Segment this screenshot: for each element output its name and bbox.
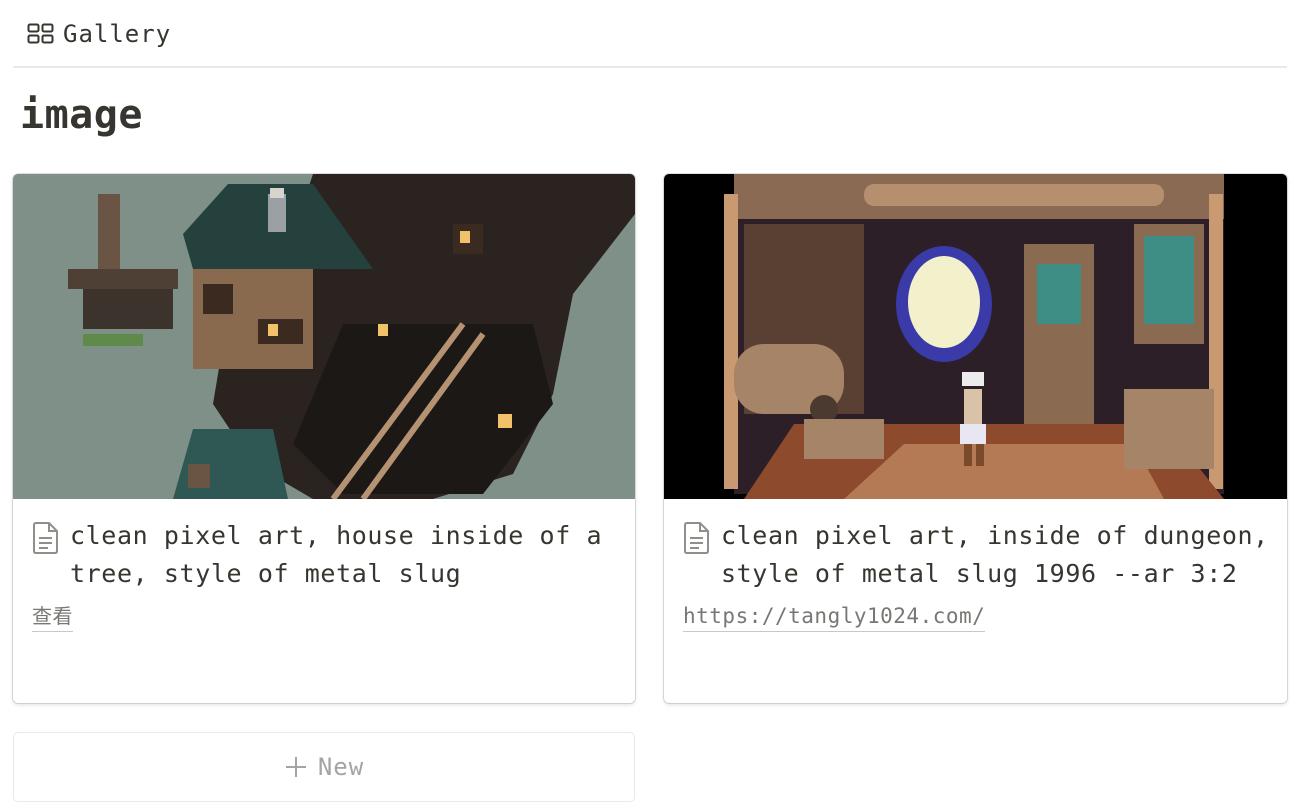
gallery-card[interactable]: clean pixel art, inside of dungeon, styl… [664,174,1287,703]
card-cover-image [13,174,635,499]
view-tab-gallery[interactable]: Gallery [27,20,171,48]
card-property-link[interactable]: 查看 [32,601,73,632]
new-card-label: New [317,753,365,781]
new-card-button[interactable]: New [13,732,635,802]
card-body: clean pixel art, inside of dungeon, styl… [683,519,1271,632]
card-title: clean pixel art, house inside of a tree,… [70,521,603,588]
card-title-row: clean pixel art, house inside of a tree,… [32,519,619,593]
view-bar: Gallery [13,0,1287,68]
card-title: clean pixel art, inside of dungeon, styl… [721,521,1269,588]
card-cover-image [664,174,1287,499]
card-title-row: clean pixel art, inside of dungeon, styl… [683,519,1271,593]
card-property-url[interactable]: https://tangly1024.com/ [683,601,986,632]
card-body: clean pixel art, house inside of a tree,… [32,519,619,632]
gallery-card[interactable]: clean pixel art, house inside of a tree,… [13,174,635,703]
document-icon [684,522,709,554]
page-title: image [20,92,143,138]
plus-icon [285,757,306,777]
view-tab-label: Gallery [63,20,172,48]
gallery-grid-icon [27,23,54,44]
document-icon [33,522,58,554]
